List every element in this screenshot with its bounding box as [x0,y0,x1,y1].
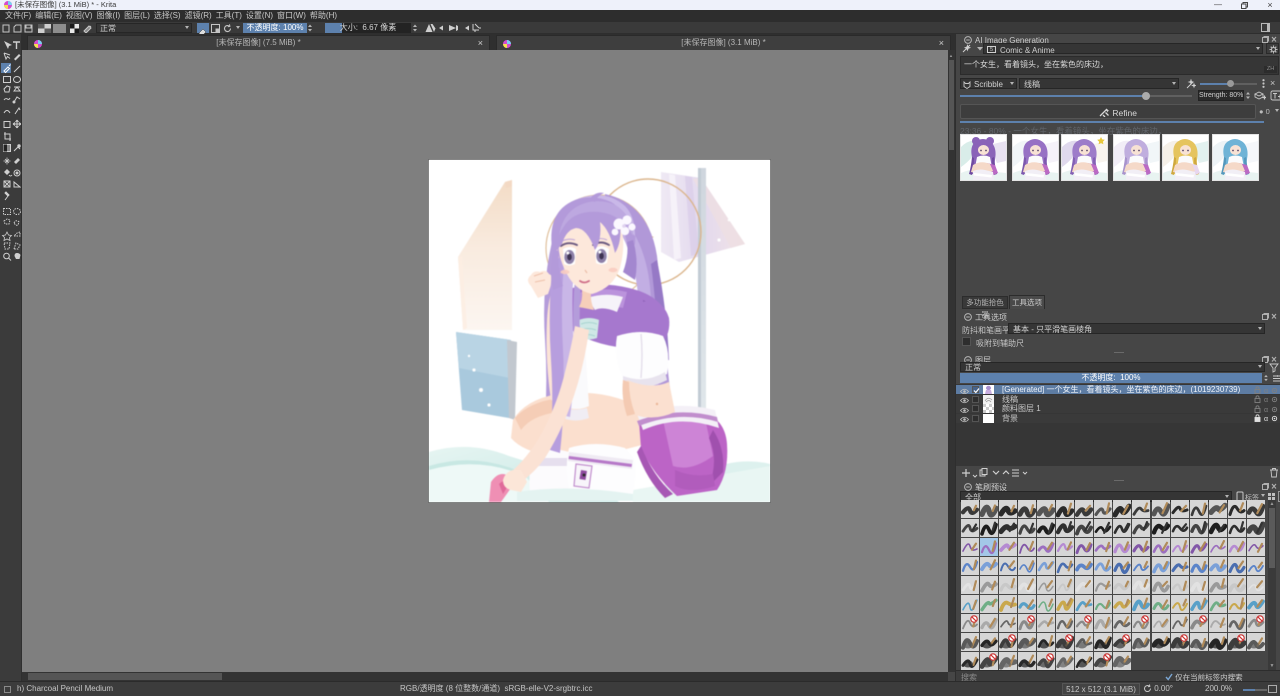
svg-text:α: α [1264,397,1268,403]
svg-text:α: α [1264,406,1268,412]
svg-text:α: α [1264,387,1268,393]
svg-text:α: α [1264,416,1268,422]
